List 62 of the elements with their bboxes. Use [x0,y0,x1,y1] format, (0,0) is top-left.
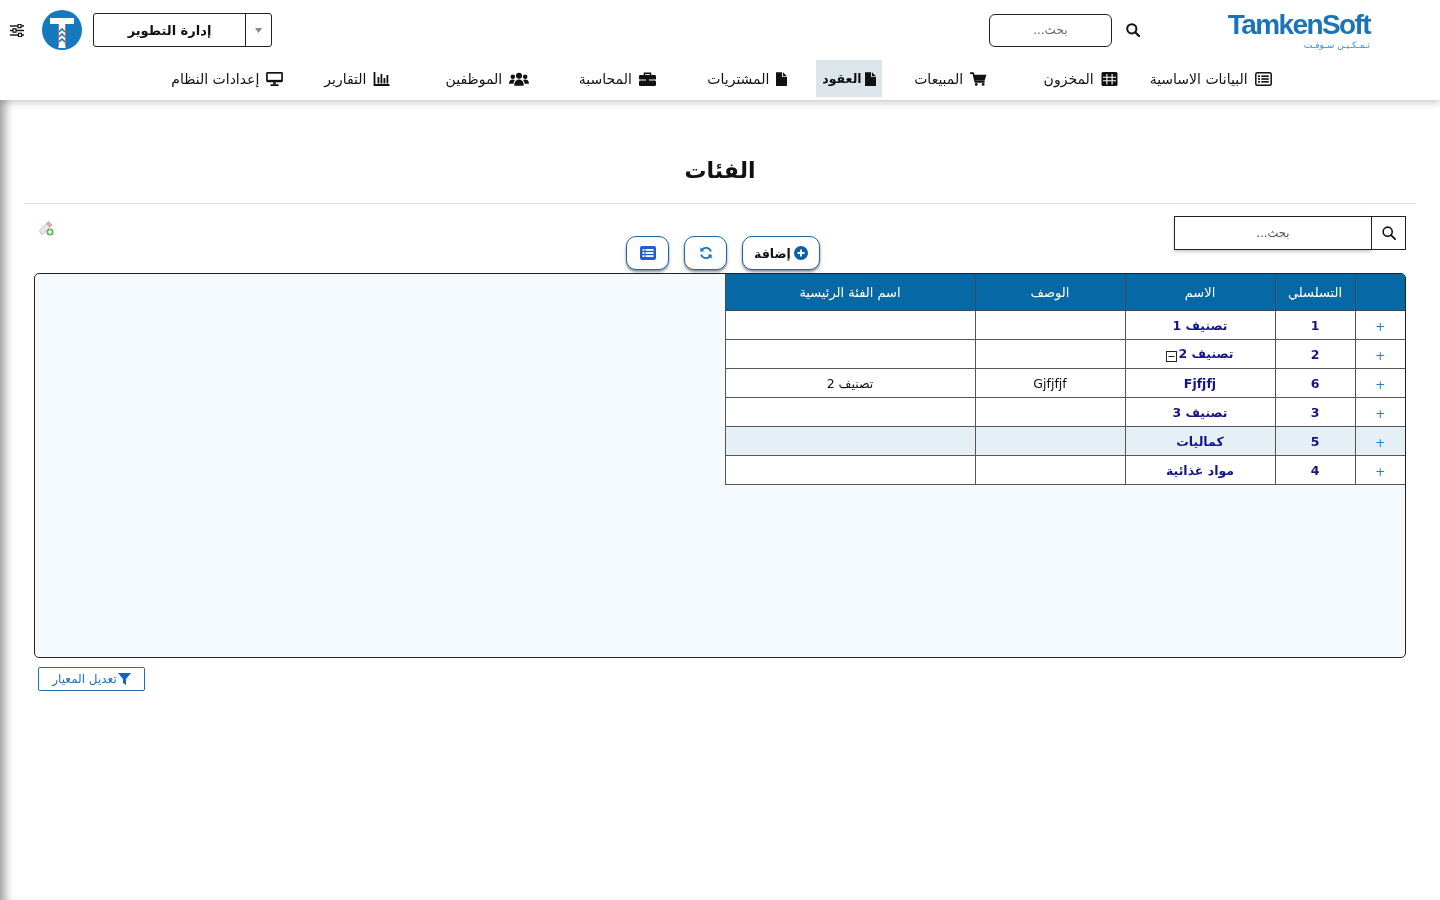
refresh-button[interactable] [684,236,727,270]
category-name: كماليات [1176,433,1224,449]
nav-tab[interactable]: إعدادات النظام [162,60,293,97]
filter-button[interactable]: تعديل المعيار [38,667,145,691]
department-select[interactable]: إدارة التطوير [93,13,272,47]
bar-chart-icon [373,71,391,86]
cart-icon [970,71,988,86]
document-icon [864,71,876,86]
expand-toggle[interactable]: + [1375,435,1386,450]
table-cell: 6 [1275,368,1355,398]
table-cell: 4 [1275,455,1355,485]
category-name: تصنيف 2 [1178,346,1234,361]
expand-toggle[interactable]: + [1375,406,1386,421]
nav-tab[interactable]: المحاسبة [552,60,683,97]
table-cell: تصنيف 2 [725,368,975,398]
search-icon[interactable] [1125,23,1140,37]
search-button[interactable] [1372,216,1406,250]
funnel-icon [117,673,131,685]
column-header [1355,274,1405,311]
column-header[interactable]: الوصف [975,274,1125,311]
briefcase-icon [638,71,656,86]
table-cell: 5 [1275,426,1355,456]
nav-tab[interactable]: التقارير [292,60,423,97]
nav-tab[interactable]: الموظفين [422,60,553,97]
table-cell: 1 [1275,310,1355,340]
column-header[interactable]: التسلسلي [1275,274,1355,311]
expand-toggle[interactable]: + [1375,377,1386,392]
expand-toggle[interactable]: + [1375,348,1386,363]
nav-tab[interactable]: المخزون [1015,60,1146,97]
list-icon [1254,71,1272,86]
nav-tab[interactable]: العقود [816,60,882,97]
category-name: مواد غذائية [1165,462,1235,478]
refresh-icon [697,246,714,260]
document-icon [776,71,788,86]
search-icon [1380,226,1397,240]
table-cell: Gjfjfjf [975,368,1125,398]
search-field[interactable]: بحث... [988,13,1112,47]
list-button[interactable] [626,236,669,270]
category-name: تصنيف 1 [1172,317,1228,333]
add-button[interactable]: إضافة [742,236,820,270]
minus-box-icon[interactable] [1166,351,1178,362]
table-cell: 3 [1275,397,1355,427]
category-name: Fjfjfj [1183,375,1217,391]
circle-t-icon [42,10,82,50]
table-grid-icon [1100,71,1118,86]
list-icon [639,246,656,260]
nav-tab[interactable]: المبيعات [885,60,1016,97]
expand-toggle[interactable]: + [1375,319,1386,334]
column-header[interactable]: الاسم [1125,274,1275,311]
plus-circle-icon [793,246,808,260]
nav-tab[interactable]: البيانات الاساسية [1145,60,1276,97]
expand-toggle[interactable]: + [1375,464,1386,479]
monitor-icon [266,71,284,86]
page-title: الفئات [683,157,757,185]
nav-tab[interactable]: المشتريات [682,60,813,97]
users-icon [509,71,530,86]
category-name: تصنيف 3 [1172,404,1228,420]
sliders-icon[interactable] [10,23,24,37]
search-field[interactable]: بحث... [1174,216,1372,250]
caret-icon [255,27,262,33]
column-header[interactable]: اسم الفئة الرئيسية [725,274,975,311]
table-cell: 2 [1275,339,1355,369]
